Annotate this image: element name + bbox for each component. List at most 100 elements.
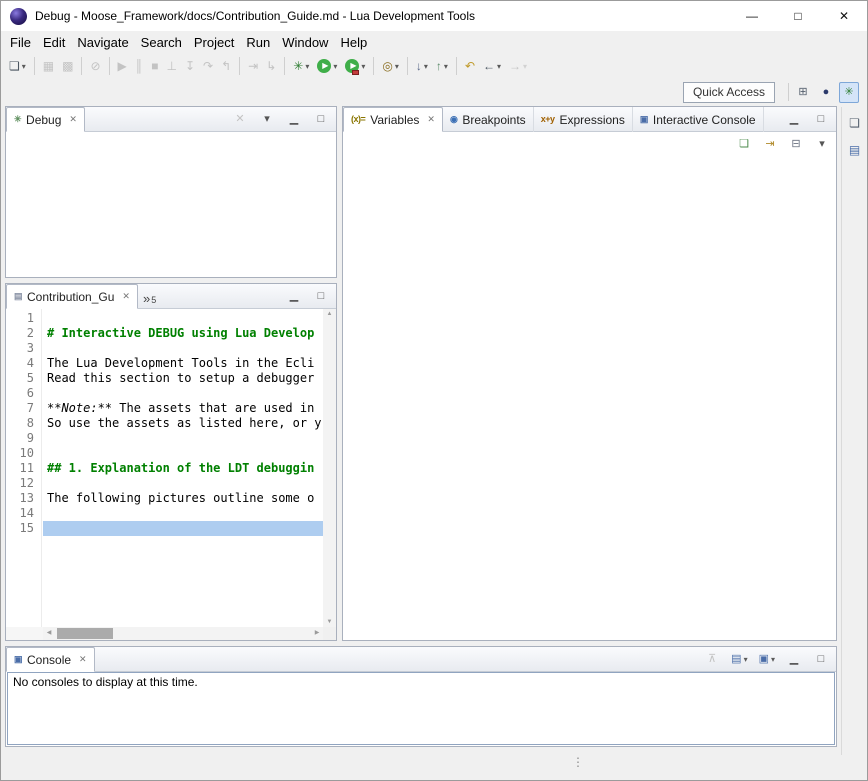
line-number: 15 bbox=[6, 521, 34, 536]
console-minimize-button[interactable]: ▁ bbox=[784, 649, 804, 670]
scrollbar-corner bbox=[323, 627, 336, 640]
tab-contribution-guide[interactable]: ▤ Contribution_Gu ✕ bbox=[6, 284, 138, 309]
maximize-window-button[interactable]: □ bbox=[775, 1, 821, 31]
restore-minimized-view-button[interactable]: ❏ bbox=[845, 112, 865, 133]
variables-minmax-toolbar: ▁□ bbox=[784, 107, 831, 132]
debug-view-menu-button[interactable]: ▾ bbox=[257, 109, 277, 130]
quick-access-box[interactable]: Quick Access bbox=[683, 82, 775, 103]
disconnect-button[interactable]: ⊥ bbox=[164, 55, 180, 77]
menu-run[interactable]: Run bbox=[241, 33, 275, 52]
show-type-names-button[interactable]: ❏ bbox=[734, 134, 754, 155]
search-button[interactable]: ◎▾ bbox=[379, 55, 402, 77]
close-tab-icon[interactable]: ✕ bbox=[79, 654, 87, 665]
step-return-button[interactable]: ↰ bbox=[218, 55, 234, 77]
save-all-button[interactable]: ▩ bbox=[59, 55, 76, 77]
editor-gutter[interactable]: 123456789101112131415 bbox=[6, 309, 42, 627]
tab-console[interactable]: ▣ Console ✕ bbox=[6, 647, 95, 672]
collapse-all-icon: ⊟ bbox=[791, 139, 800, 150]
horizontal-scroll-thumb[interactable] bbox=[57, 628, 113, 639]
last-edit-location-button[interactable]: ↶ bbox=[462, 55, 478, 77]
code-text: So use the assets as listed here, or y bbox=[47, 416, 322, 430]
scroll-down-icon[interactable]: ▼ bbox=[323, 619, 336, 625]
run-button[interactable]: ▶▾ bbox=[314, 55, 340, 77]
outline-view-button[interactable]: ▤ bbox=[845, 139, 865, 160]
ldt-perspective-button[interactable]: ● bbox=[816, 82, 836, 103]
variables-view-menu-button[interactable]: ▾ bbox=[812, 134, 832, 155]
use-step-filters-button[interactable]: ⇥ bbox=[245, 55, 261, 77]
debug-perspective-icon: ✳ bbox=[844, 87, 853, 98]
suspend-button[interactable]: ║ bbox=[132, 55, 147, 77]
scroll-right-icon[interactable]: ▶ bbox=[311, 627, 323, 640]
step-return-icon: ↰ bbox=[221, 60, 231, 72]
skip-all-breakpoints-button[interactable]: ⊘ bbox=[87, 55, 103, 77]
code-line: Read this section to setup a debugger bbox=[43, 371, 323, 386]
debug-perspective-button[interactable]: ✳ bbox=[839, 82, 859, 103]
editor-tabrow: ▤ Contribution_Gu ✕ »5 ▁□ bbox=[6, 284, 336, 309]
sash-handle[interactable]: ⋮ bbox=[569, 753, 587, 775]
close-tab-icon[interactable]: ✕ bbox=[427, 114, 435, 125]
tab-label: Console bbox=[27, 653, 71, 667]
tab-variables[interactable]: (x)=Variables✕ bbox=[343, 107, 443, 132]
forward-button[interactable]: →▾ bbox=[506, 55, 530, 77]
resume-button[interactable]: ▶ bbox=[115, 55, 130, 77]
step-into-button[interactable]: ↧ bbox=[182, 55, 198, 77]
variables-maximize-button[interactable]: □ bbox=[811, 109, 831, 130]
remove-all-terminated-button[interactable]: ✕ bbox=[230, 109, 250, 130]
pin-console-button[interactable]: ⊼ bbox=[702, 649, 722, 670]
show-logical-structure-button[interactable]: ⇥ bbox=[760, 134, 780, 155]
tab-breakpoints[interactable]: ◉Breakpoints bbox=[443, 107, 534, 132]
console-maximize-button[interactable]: □ bbox=[811, 649, 831, 670]
toolbox-badge bbox=[352, 70, 359, 75]
external-tools-button[interactable]: ▶▾ bbox=[342, 55, 368, 77]
minimize-window-button[interactable]: — bbox=[729, 1, 775, 31]
debug-button[interactable]: ✳▾ bbox=[290, 55, 312, 77]
tab-interactive-console[interactable]: ▣Interactive Console bbox=[633, 107, 764, 132]
menu-help[interactable]: Help bbox=[335, 33, 372, 52]
scroll-up-icon[interactable]: ▲ bbox=[323, 311, 336, 317]
editor-minmax-toolbar: ▁□ bbox=[284, 284, 331, 309]
menu-project[interactable]: Project bbox=[189, 33, 239, 52]
close-tab-icon[interactable]: ✕ bbox=[69, 114, 77, 125]
close-window-button[interactable]: ✕ bbox=[821, 1, 867, 31]
open-perspective-button[interactable]: ⊞ bbox=[793, 82, 813, 103]
back-button[interactable]: ←▾ bbox=[480, 55, 504, 77]
editor-maximize-button[interactable]: □ bbox=[311, 286, 331, 307]
tab-debug[interactable]: ✳ Debug ✕ bbox=[6, 107, 85, 132]
drop-to-frame-icon: ↳ bbox=[266, 60, 276, 72]
save-button[interactable]: ▦ bbox=[40, 55, 57, 77]
tab-expressions[interactable]: x+yExpressions bbox=[534, 107, 633, 132]
close-tab-icon[interactable]: ✕ bbox=[122, 291, 130, 302]
variables-panel: (x)=Variables✕◉Breakpointsx+yExpressions… bbox=[342, 106, 837, 641]
display-selected-console-button[interactable]: ▤▾ bbox=[729, 649, 749, 670]
console-panel: ▣ Console ✕ ⊼▤▾▣▾▁□ No consoles to displ… bbox=[5, 646, 837, 747]
dropdown-arrow-icon: ▾ bbox=[333, 62, 337, 71]
line-number: 7 bbox=[6, 401, 34, 416]
menu-window[interactable]: Window bbox=[277, 33, 333, 52]
variables-content bbox=[343, 132, 836, 640]
menu-navigate[interactable]: Navigate bbox=[72, 33, 133, 52]
menu-edit[interactable]: Edit bbox=[38, 33, 70, 52]
menu-search[interactable]: Search bbox=[136, 33, 187, 52]
dropdown-arrow-icon: ▾ bbox=[22, 62, 26, 71]
collapse-all-button[interactable]: ⊟ bbox=[786, 134, 806, 155]
editor-code-area[interactable]: # Interactive DEBUG using Lua DevelopThe… bbox=[43, 309, 323, 627]
next-annotation-button[interactable]: ↓▾ bbox=[413, 55, 431, 77]
editor-horizontal-scrollbar[interactable]: ◀ ▶ bbox=[43, 627, 323, 640]
new-button[interactable]: ❏▾ bbox=[6, 55, 29, 77]
debug-minimize-button[interactable]: ▁ bbox=[284, 109, 304, 130]
code-text: The following pictures outline some o bbox=[47, 491, 314, 505]
previous-annotation-button[interactable]: ↑▾ bbox=[433, 55, 451, 77]
hidden-editors-chevron[interactable]: »5 bbox=[138, 284, 161, 308]
console-view-icon: ▣ bbox=[14, 655, 22, 664]
variables-minimize-button[interactable]: ▁ bbox=[784, 109, 804, 130]
editor-vertical-scrollbar[interactable]: ▲ ▼ bbox=[323, 309, 336, 627]
scroll-left-icon[interactable]: ◀ bbox=[43, 627, 55, 640]
editor-minimize-button[interactable]: ▁ bbox=[284, 286, 304, 307]
drop-to-frame-button[interactable]: ↳ bbox=[263, 55, 279, 77]
debug-maximize-button[interactable]: □ bbox=[311, 109, 331, 130]
code-line: So use the assets as listed here, or y bbox=[43, 416, 323, 431]
terminate-button[interactable]: ■ bbox=[148, 55, 161, 77]
menu-file[interactable]: File bbox=[5, 33, 36, 52]
open-console-button[interactable]: ▣▾ bbox=[757, 649, 777, 670]
step-over-button[interactable]: ↷ bbox=[200, 55, 216, 77]
